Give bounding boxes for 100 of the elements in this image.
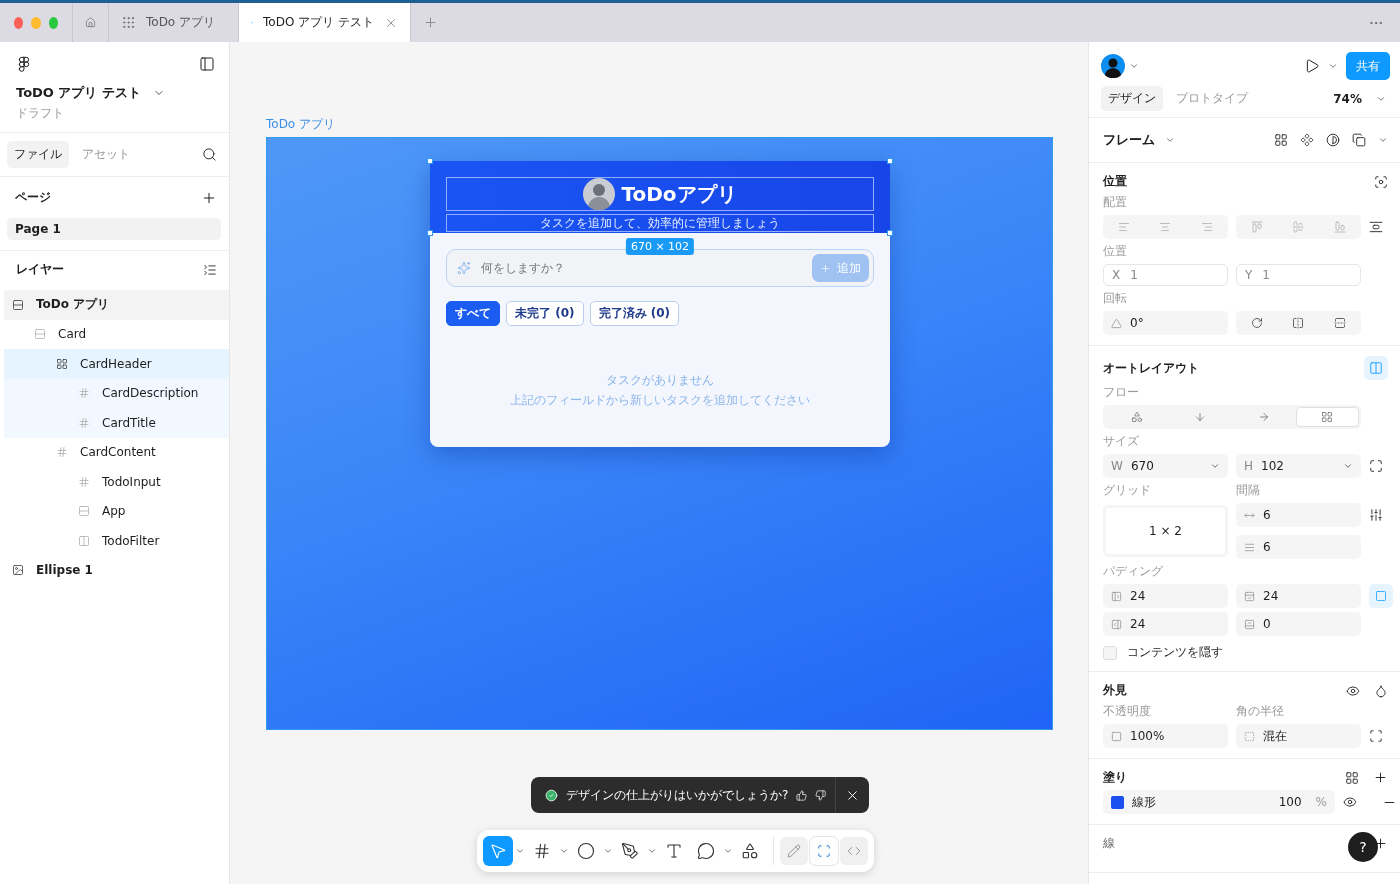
resize-handle[interactable] bbox=[887, 158, 893, 164]
free-flow-icon bbox=[1130, 411, 1143, 423]
height-field[interactable]: H 102 bbox=[1236, 454, 1361, 478]
zoom-level[interactable]: 74% bbox=[1333, 91, 1362, 106]
layer-item[interactable]: TodoFilter bbox=[4, 526, 229, 556]
resize-handle[interactable] bbox=[427, 158, 433, 164]
layer-item[interactable]: CardContent bbox=[4, 437, 229, 467]
layer-item[interactable]: ToDo アプリ bbox=[4, 290, 229, 320]
home-icon bbox=[85, 15, 96, 30]
flow-option[interactable] bbox=[1295, 407, 1359, 427]
resize-handle[interactable] bbox=[427, 230, 433, 236]
focus-icon[interactable] bbox=[1374, 174, 1388, 189]
caret-icon[interactable] bbox=[559, 846, 569, 856]
caret-icon[interactable] bbox=[647, 846, 657, 856]
caret-icon[interactable] bbox=[1378, 135, 1388, 145]
fill-field[interactable]: 線形 100 % bbox=[1103, 790, 1335, 814]
distribute-icon[interactable] bbox=[1369, 220, 1383, 234]
color-swatch[interactable] bbox=[1111, 795, 1124, 809]
card-description: タスクを追加して、効率的に管理しましょう bbox=[540, 214, 780, 232]
mode-button[interactable] bbox=[810, 837, 838, 865]
width-field[interactable]: W 670 bbox=[1103, 454, 1228, 478]
caret-icon[interactable] bbox=[723, 846, 733, 856]
layer-item[interactable]: TodoInput bbox=[4, 467, 229, 497]
layer-item[interactable]: Card bbox=[4, 319, 229, 349]
align-middle-icon bbox=[1292, 221, 1305, 233]
caret-icon[interactable] bbox=[1129, 61, 1139, 71]
rotation-field[interactable]: 0° bbox=[1103, 311, 1228, 335]
collapse-layers-icon[interactable] bbox=[203, 262, 217, 277]
file-location: ドラフト bbox=[16, 105, 65, 122]
new-tab-icon[interactable] bbox=[423, 15, 438, 30]
add-fill-icon[interactable] bbox=[1373, 770, 1388, 785]
mode-button[interactable] bbox=[780, 837, 808, 865]
caret-icon[interactable] bbox=[603, 846, 613, 856]
top-padding-icon bbox=[1244, 590, 1255, 602]
sidebar-toggle-icon[interactable] bbox=[199, 56, 215, 72]
layers-heading: レイヤー bbox=[15, 261, 64, 278]
padding-field[interactable]: 24 bbox=[1103, 612, 1228, 636]
padding-field[interactable]: 24 bbox=[1103, 584, 1228, 608]
thumbs-down-icon[interactable] bbox=[815, 788, 827, 802]
field-label: 角の半径 bbox=[1236, 703, 1285, 720]
y-field[interactable]: Y 1 bbox=[1236, 264, 1361, 286]
layer-item[interactable]: CardTitle bbox=[4, 408, 229, 438]
padding-icon[interactable] bbox=[1375, 590, 1387, 602]
opacity-field[interactable]: 100% bbox=[1103, 724, 1228, 748]
layer-item[interactable]: CardHeader bbox=[4, 349, 229, 379]
auto-layout-icon[interactable] bbox=[1369, 361, 1383, 375]
eye-icon[interactable] bbox=[1343, 795, 1357, 809]
inspector-tab[interactable]: デザイン bbox=[1101, 86, 1163, 111]
thumbs-up-icon[interactable] bbox=[796, 788, 808, 802]
eye-icon[interactable] bbox=[1346, 683, 1360, 698]
help-button[interactable]: ? bbox=[1348, 832, 1378, 862]
card-header[interactable]: ToDoアプリ タスクを追加して、効率的に管理しましょう bbox=[430, 161, 890, 233]
resize-handle[interactable] bbox=[887, 230, 893, 236]
close-window-button[interactable] bbox=[14, 16, 24, 29]
gap-field[interactable]: 6 bbox=[1236, 503, 1361, 527]
padding-field[interactable]: 0 bbox=[1236, 612, 1361, 636]
styles-icon[interactable] bbox=[1345, 770, 1359, 785]
caret-icon[interactable] bbox=[1328, 61, 1338, 71]
layer-item[interactable]: CardDescription bbox=[4, 378, 229, 408]
shapes-icon bbox=[741, 842, 759, 860]
grid-icon[interactable] bbox=[1274, 133, 1288, 147]
page-item[interactable]: Page 1 bbox=[7, 218, 221, 240]
logo-menu-icon[interactable] bbox=[16, 56, 32, 72]
align-left-icon bbox=[1117, 221, 1130, 233]
filter-button[interactable]: 完了済み (0) bbox=[589, 301, 679, 326]
bottom-padding-icon bbox=[1244, 618, 1255, 630]
file-title[interactable]: ToDO アプリ テスト bbox=[16, 84, 141, 102]
check-icon bbox=[545, 787, 558, 803]
columns-icon bbox=[78, 534, 90, 547]
filter-button[interactable]: すべて bbox=[446, 301, 500, 326]
image-icon bbox=[12, 564, 24, 577]
flip-vertical-icon[interactable] bbox=[1334, 317, 1347, 329]
field-label: 位置 bbox=[1103, 243, 1128, 260]
padding-field[interactable]: 24 bbox=[1236, 584, 1361, 608]
section-heading: 位置 bbox=[1103, 173, 1127, 190]
droplet-icon[interactable] bbox=[1374, 683, 1388, 698]
rows-icon bbox=[12, 298, 24, 311]
align-right-icon bbox=[1201, 221, 1214, 233]
flip-horizontal-icon[interactable] bbox=[1292, 317, 1305, 329]
layer-item[interactable]: App bbox=[4, 496, 229, 526]
boolean-icon[interactable] bbox=[1352, 133, 1366, 147]
checkbox[interactable] bbox=[1103, 645, 1117, 660]
layer-item[interactable]: Ellipse 1 bbox=[4, 555, 229, 585]
gap-field[interactable]: 6 bbox=[1236, 535, 1361, 559]
mask-icon[interactable] bbox=[1326, 133, 1340, 147]
file-tab[interactable]: ToDO アプリ テスト bbox=[238, 3, 410, 42]
filter-button[interactable]: 未完了 (0) bbox=[506, 301, 584, 326]
frame-heading[interactable]: フレーム bbox=[1103, 131, 1155, 149]
rotate-icon[interactable] bbox=[1250, 317, 1263, 329]
panel-tab[interactable]: ファイル bbox=[7, 141, 69, 168]
x-field[interactable]: X 1 bbox=[1103, 264, 1228, 286]
resize-icon[interactable] bbox=[1369, 459, 1383, 473]
caret-icon[interactable] bbox=[515, 846, 525, 856]
corners-icon[interactable] bbox=[1369, 729, 1383, 743]
search-icon[interactable] bbox=[202, 147, 217, 162]
sliders-icon[interactable] bbox=[1369, 508, 1383, 522]
component-icon[interactable] bbox=[1300, 133, 1314, 147]
radius-field[interactable]: 混在 bbox=[1236, 724, 1361, 748]
play-icon[interactable] bbox=[1304, 58, 1320, 74]
grid-field[interactable]: 1 × 2 bbox=[1103, 505, 1228, 557]
